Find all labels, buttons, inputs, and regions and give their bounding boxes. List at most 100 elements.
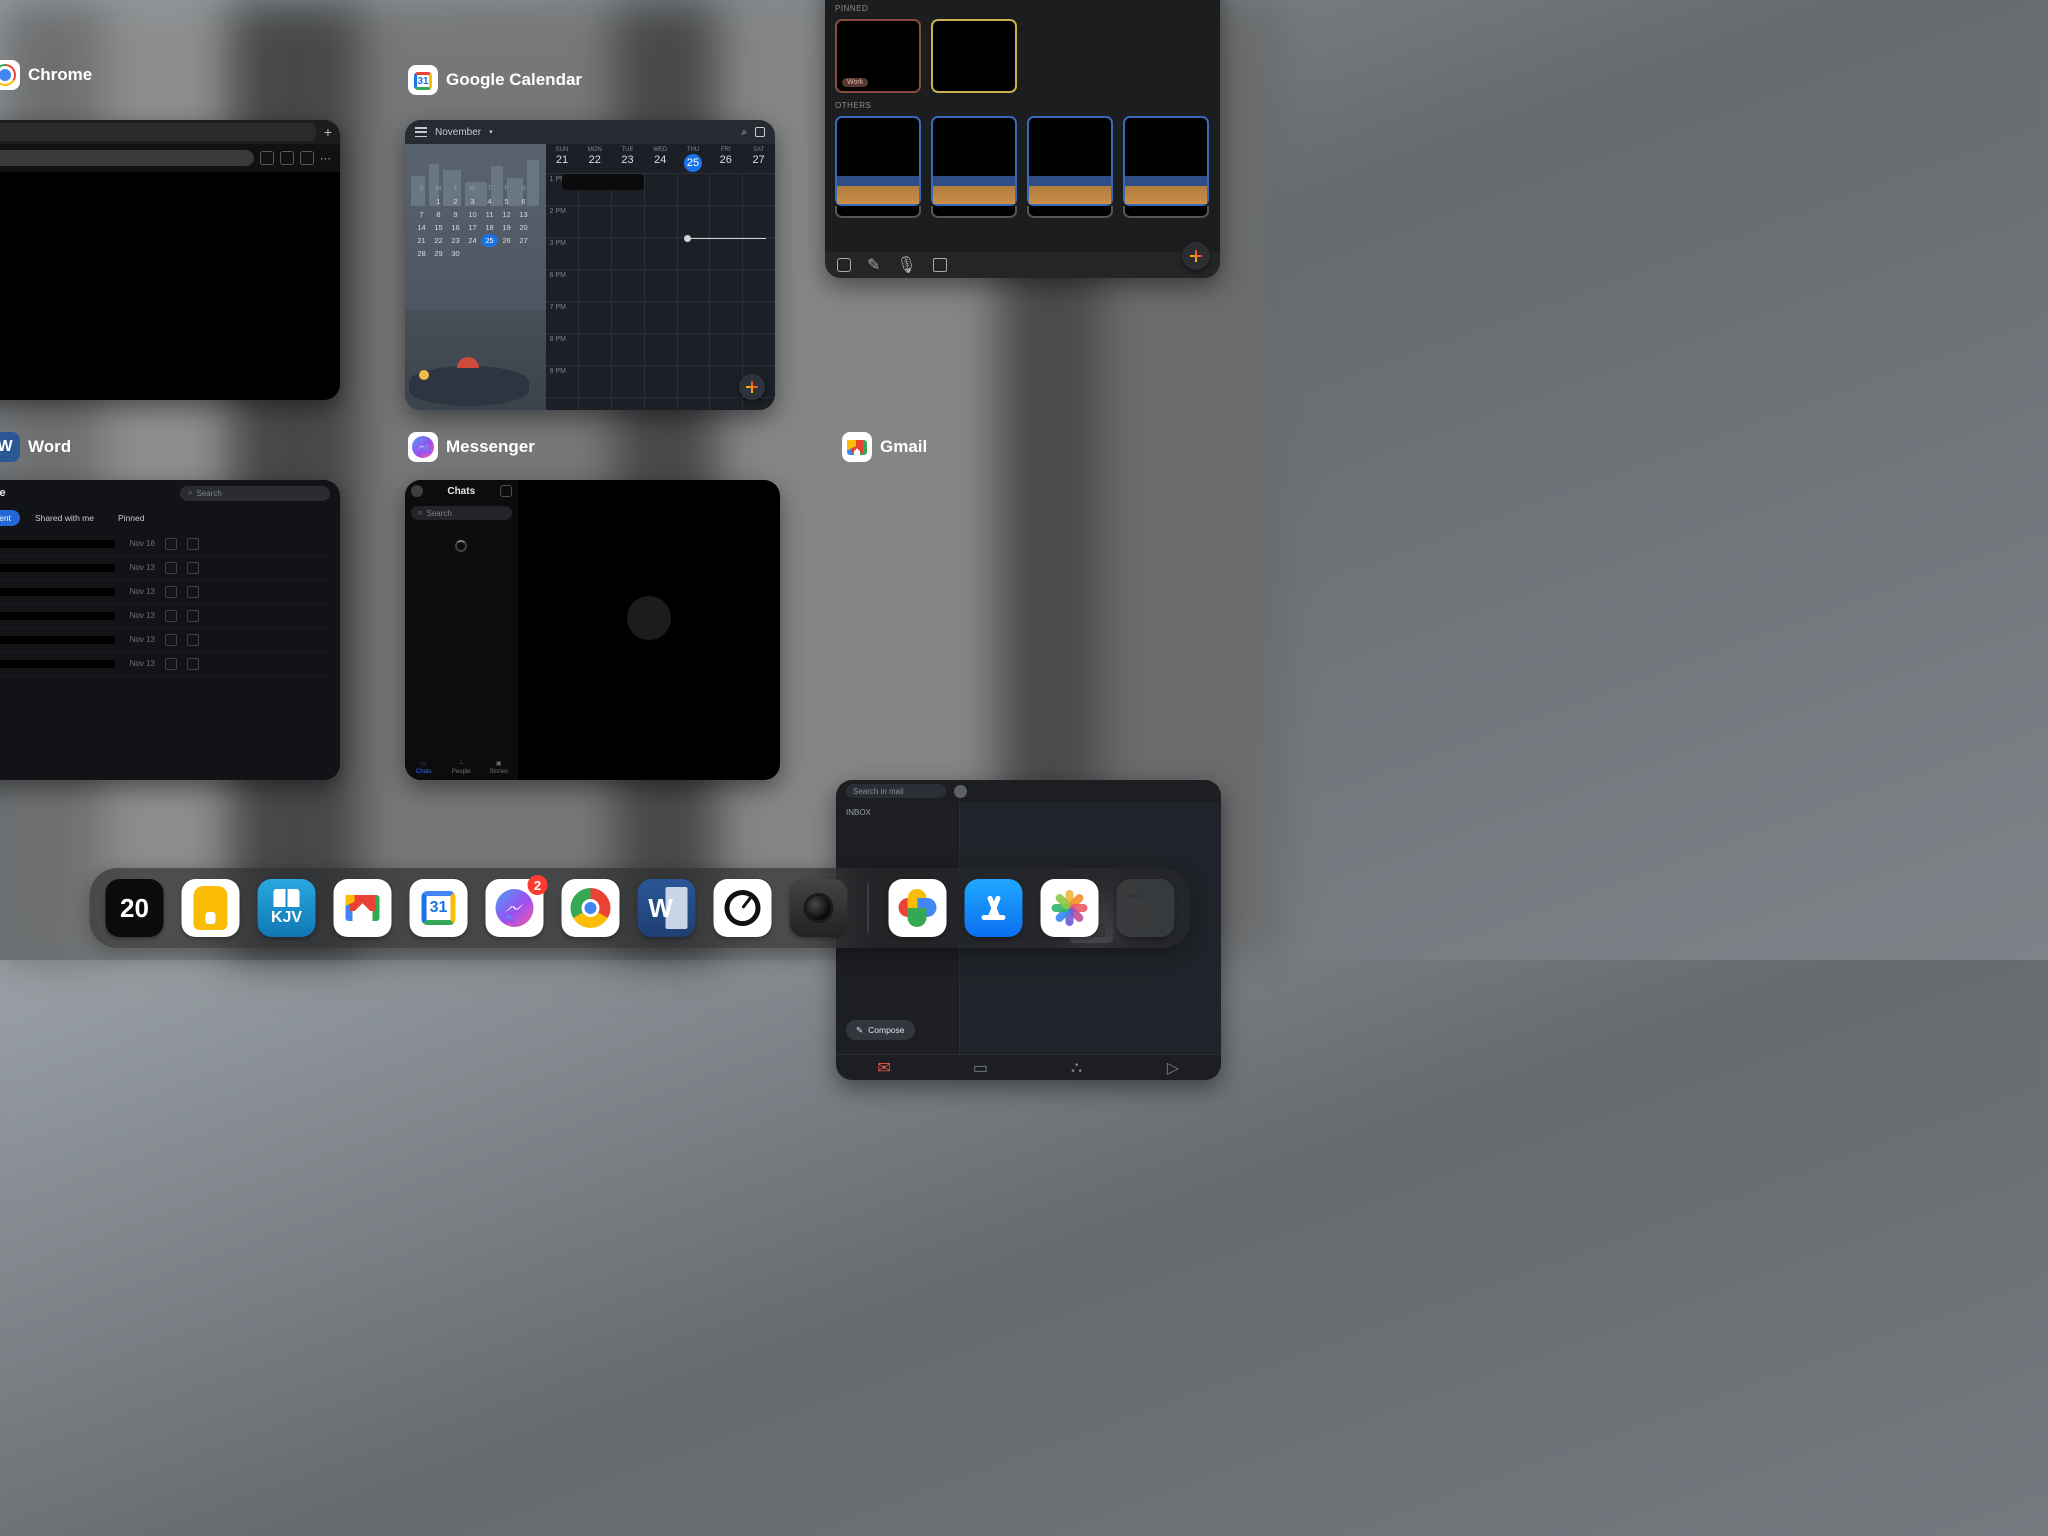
menu-icon[interactable] (415, 127, 427, 137)
gmail-search[interactable]: Search in mail (846, 784, 946, 798)
mic-icon[interactable] (260, 151, 274, 165)
gcal-sidebar: SMTWTFS123456789101112131415161718192021… (405, 144, 546, 410)
avatar[interactable] (954, 785, 967, 798)
keep-note[interactable] (1027, 116, 1113, 206)
keep-note[interactable] (835, 116, 921, 206)
messenger-search[interactable]: ⌕Search (411, 506, 512, 520)
tabs-icon[interactable] (300, 151, 314, 165)
card-word[interactable]: Home ⌕Search RecentShared with mePinned … (0, 480, 340, 780)
word-document-row[interactable]: Nov 13 (0, 580, 330, 604)
chrome-omnibox[interactable] (0, 150, 254, 166)
compose-button[interactable]: ✎Compose (846, 1020, 915, 1040)
dock-app-appstore[interactable] (965, 879, 1023, 937)
more-icon[interactable] (187, 562, 199, 574)
checkbox-note-icon[interactable] (837, 258, 851, 272)
messenger-empty-icon (627, 596, 671, 640)
new-note-fab[interactable] (1182, 242, 1210, 270)
compose-icon[interactable] (500, 485, 512, 497)
card-chrome[interactable]: + ✕ ⋯ (0, 120, 340, 400)
gmail-toolbar: Search in mail (836, 780, 1221, 802)
keep-note[interactable] (931, 116, 1017, 206)
pin-icon[interactable] (165, 658, 177, 670)
card-google-keep[interactable]: Search your notes PINNED Work OTHERS ✎ 🎙 (825, 0, 1220, 278)
pencil-icon: ✎ (856, 1025, 863, 1036)
pin-icon[interactable] (165, 538, 177, 550)
menu-icon[interactable]: ⋯ (320, 152, 332, 165)
search-icon[interactable]: ⌕ (741, 127, 747, 138)
messenger-tab[interactable]: ▣Stories (480, 754, 518, 780)
draw-note-icon[interactable]: ✎ (867, 255, 880, 275)
dock-app-word[interactable]: W (638, 879, 696, 937)
word-tab[interactable]: Recent (0, 510, 20, 526)
chrome-toolbar: ✕ ⋯ (0, 144, 340, 172)
share-icon[interactable] (280, 151, 294, 165)
word-filter-tabs: Recent Shared with me Pinned (0, 506, 340, 532)
card-header-word: W Word (0, 432, 71, 462)
word-document-row[interactable]: Nov 13 (0, 604, 330, 628)
card-google-calendar[interactable]: November▾ ⌕ SMTWTFS123456789101112131415… (405, 120, 775, 410)
dock-recent-apps[interactable] (1117, 879, 1175, 937)
word-search[interactable]: ⌕Search (180, 486, 330, 501)
image-note-icon[interactable] (933, 258, 947, 272)
dock-app-gmail[interactable] (334, 879, 392, 937)
card-title: Word (28, 437, 71, 457)
pin-icon[interactable] (165, 610, 177, 622)
pin-icon[interactable] (165, 634, 177, 646)
voice-note-icon[interactable]: 🎙 (896, 255, 916, 275)
spaces-tab[interactable]: ⛬ (1029, 1055, 1125, 1080)
gcal-timeline[interactable]: SUN21MON22TUE23WED24THU25FRI26SAT27 1 PM… (546, 144, 775, 410)
more-icon[interactable] (187, 610, 199, 622)
more-icon[interactable] (187, 658, 199, 670)
card-title: Google Calendar (446, 70, 582, 90)
dock-app-chrome[interactable] (562, 879, 620, 937)
mini-calendar[interactable]: SMTWTFS123456789101112131415161718192021… (413, 182, 532, 260)
create-event-fab[interactable] (739, 374, 765, 400)
dock-app-messenger[interactable]: 2 (486, 879, 544, 937)
new-tab-icon[interactable]: + (324, 124, 332, 140)
word-document-row[interactable]: Nov 13 (0, 556, 330, 580)
keep-note[interactable] (1123, 116, 1209, 206)
word-document-row[interactable]: Nov 13 (0, 628, 330, 652)
word-tab[interactable]: Pinned (109, 510, 153, 526)
keep-note[interactable]: Work (835, 19, 921, 93)
more-icon[interactable] (187, 634, 199, 646)
google-photos-icon (899, 889, 937, 927)
word-document-row[interactable]: Nov 16 (0, 532, 330, 556)
dock-app-speedtest[interactable] (714, 879, 772, 937)
avatar[interactable] (411, 485, 423, 497)
dock-app-photos[interactable] (1041, 879, 1099, 937)
dock-app-google-photos[interactable] (889, 879, 947, 937)
dock-app-camera[interactable] (790, 879, 848, 937)
meet-tab[interactable]: ▷ (1125, 1055, 1221, 1080)
card-title: Messenger (446, 437, 535, 457)
dock-app-countdown[interactable]: 20 (106, 879, 164, 937)
dock-app-bible[interactable]: KJV (258, 879, 316, 937)
more-icon[interactable] (187, 538, 199, 550)
plus-icon (746, 381, 758, 393)
gcal-month[interactable]: November (435, 127, 481, 138)
calendar-event[interactable] (562, 174, 644, 190)
mail-tab[interactable]: ✉ (836, 1055, 932, 1080)
card-header-gmail: Gmail (842, 432, 927, 462)
chrome-tab[interactable] (0, 123, 316, 141)
gauge-icon (725, 890, 761, 926)
chat-tab[interactable]: ▭ (932, 1055, 1028, 1080)
dock-app-calendar[interactable]: 31 (410, 879, 468, 937)
word-document-row[interactable]: Nov 13 (0, 652, 330, 676)
dock-app-keep[interactable] (182, 879, 240, 937)
word-tab[interactable]: Shared with me (26, 510, 103, 526)
keep-note[interactable] (931, 19, 1017, 93)
card-messenger[interactable]: Chats ⌕Search ▭Chats⛬People▣Stories (405, 480, 780, 780)
more-icon[interactable] (187, 586, 199, 598)
pin-icon[interactable] (165, 586, 177, 598)
messenger-conversation (518, 480, 781, 780)
plus-icon (1190, 250, 1202, 262)
gmail-inbox-label: INBOX (846, 808, 949, 817)
today-icon[interactable] (755, 127, 765, 137)
chrome-icon (0, 60, 20, 90)
messenger-tab[interactable]: ⛬People (443, 754, 481, 780)
pin-icon[interactable] (165, 562, 177, 574)
gcal-illustration (405, 310, 546, 410)
messenger-tab[interactable]: ▭Chats (405, 754, 443, 780)
app-switcher: Chrome + ✕ ⋯ 31 Google Calendar November… (0, 0, 1280, 960)
